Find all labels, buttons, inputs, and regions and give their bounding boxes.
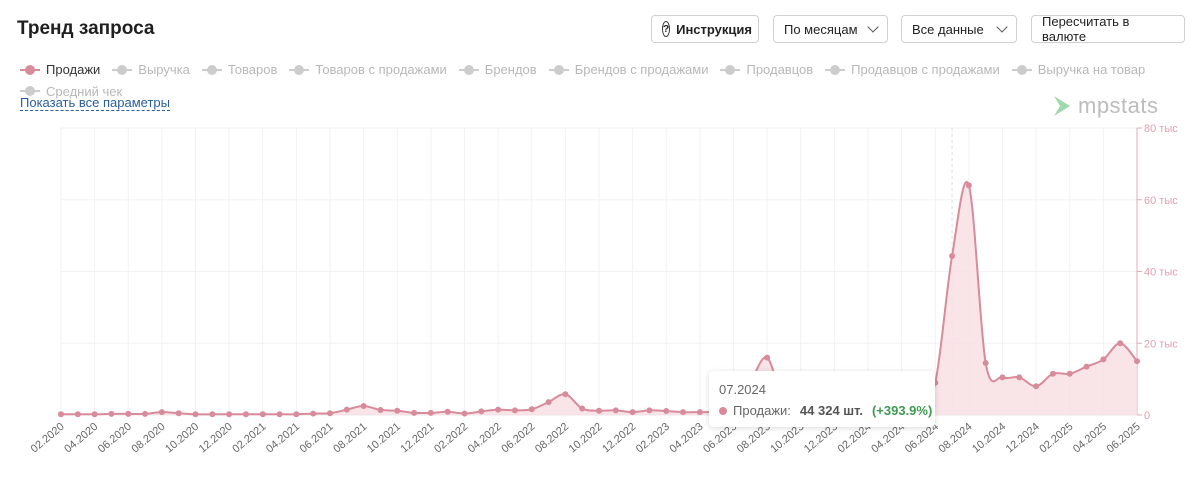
data-point: [478, 408, 485, 415]
x-tick-label: 02.2022: [432, 421, 470, 456]
data-point: [646, 407, 653, 414]
data-point: [108, 410, 115, 417]
x-tick-label: 10.2020: [163, 421, 201, 456]
x-tick-label: 02.2020: [29, 421, 67, 456]
x-tick-label: 04.2023: [667, 421, 705, 456]
x-tick-label: 12.2024: [1004, 421, 1042, 456]
data-point: [511, 407, 518, 414]
tooltip-value: 44 324 шт.: [799, 403, 863, 418]
x-tick-label: 02.2025: [1037, 421, 1075, 456]
data-point: [528, 406, 535, 413]
data-point: [1117, 340, 1124, 347]
data-point: [982, 359, 989, 366]
x-tick-label: 06.2022: [499, 421, 537, 456]
data-point: [579, 405, 586, 412]
data-point: [461, 410, 468, 417]
data-point: [411, 409, 418, 416]
data-point: [629, 409, 636, 416]
x-tick-label: 08.2024: [936, 421, 974, 456]
data-point: [444, 408, 451, 415]
data-point: [1066, 370, 1073, 377]
data-point: [999, 374, 1006, 381]
series-dot-icon: [719, 406, 727, 415]
data-point: [764, 354, 771, 361]
data-point: [91, 411, 98, 418]
data-point: [242, 411, 249, 418]
sales-chart: 020 тыс40 тыс60 тыс80 тыс02.202004.20200…: [29, 123, 1179, 456]
data-point: [596, 407, 602, 414]
data-point: [158, 409, 165, 416]
x-tick-label: 08.2021: [331, 421, 369, 456]
data-point: [58, 411, 64, 418]
data-point: [696, 409, 703, 416]
x-tick-label: 10.2024: [970, 421, 1008, 456]
data-point: [1100, 356, 1107, 363]
y-tick-label: 80 тыс: [1144, 123, 1178, 135]
x-tick-label: 12.2020: [197, 421, 235, 456]
x-tick-label: 02.2021: [230, 421, 268, 456]
data-point: [680, 409, 687, 416]
data-point: [394, 407, 401, 414]
data-point: [259, 411, 266, 418]
data-point: [545, 399, 552, 406]
y-tick-label: 20 тыс: [1144, 338, 1178, 350]
x-tick-label: 12.2022: [600, 421, 638, 456]
data-point: [175, 410, 182, 417]
data-point: [360, 403, 367, 410]
data-point: [142, 410, 149, 417]
x-tick-label: 06.2025: [1105, 421, 1143, 456]
data-point: [965, 182, 972, 189]
x-tick-label: 08.2020: [129, 421, 167, 456]
x-tick-label: 08.2022: [533, 421, 571, 456]
data-point: [276, 411, 283, 418]
x-tick-label: 02.2023: [634, 421, 672, 456]
data-point: [427, 409, 434, 416]
data-point: [1033, 383, 1040, 390]
tooltip-series: Продажи:: [733, 403, 791, 418]
tooltip-date: 07.2024: [719, 382, 766, 397]
x-tick-label: 04.2021: [264, 421, 302, 456]
y-tick-label: 60 тыс: [1144, 195, 1178, 207]
data-point: [1083, 363, 1090, 370]
data-point: [1134, 358, 1140, 365]
x-tick-label: 06.2020: [96, 421, 134, 456]
data-point: [1016, 374, 1023, 381]
data-point: [377, 406, 384, 413]
data-point: [612, 407, 619, 414]
x-tick-label: 06.2021: [298, 421, 336, 456]
data-point: [192, 411, 199, 418]
data-point: [209, 411, 216, 418]
data-point: [226, 411, 233, 418]
data-point: [343, 406, 350, 413]
data-point: [949, 252, 956, 259]
data-point: [293, 411, 300, 418]
data-point: [1049, 370, 1056, 377]
x-tick-label: 12.2021: [398, 421, 436, 456]
tooltip-change: (+393.9%): [871, 403, 933, 418]
x-tick-label: 04.2022: [466, 421, 504, 456]
data-point: [310, 410, 317, 417]
y-tick-label: 40 тыс: [1144, 267, 1178, 279]
y-tick-label: 0: [1144, 410, 1150, 422]
data-point: [663, 408, 670, 415]
data-point: [562, 391, 569, 398]
x-tick-label: 04.2025: [1071, 421, 1109, 456]
data-point: [327, 410, 333, 417]
chart-tooltip: 07.2024 Продажи: 44 324 шт. (+393.9%): [709, 371, 935, 427]
x-tick-label: 10.2022: [567, 421, 605, 456]
x-tick-label: 04.2020: [62, 421, 100, 456]
data-point: [74, 411, 81, 418]
data-point: [495, 406, 502, 413]
x-tick-label: 10.2021: [365, 421, 403, 456]
data-point: [125, 410, 132, 417]
